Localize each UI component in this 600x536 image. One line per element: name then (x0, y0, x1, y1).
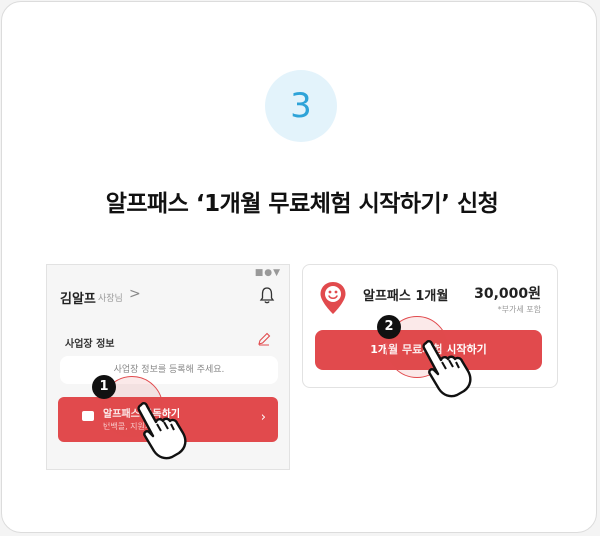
instruction-card: 3 알프패스 ‘1개월 무료체험 시작하기’ 신청 ■●▼ 김알프 사장님 > … (1, 1, 597, 533)
chevron-right-icon[interactable]: > (129, 286, 141, 302)
step-number-badge: 3 (265, 70, 337, 142)
plan-name: 알프패스 1개월 (363, 289, 449, 304)
bell-icon[interactable] (259, 286, 275, 304)
card-icon (82, 411, 94, 421)
business-info-field[interactable]: 사업장 정보를 등록해 주세요. (60, 356, 278, 384)
smiley-pin-icon (320, 282, 346, 314)
business-info-label: 사업장 정보 (65, 339, 115, 350)
step-marker-badge: 2 (377, 315, 401, 339)
step-marker-badge: 1 (92, 375, 116, 399)
pointing-hand-icon (422, 340, 472, 398)
vat-note: *부가세 포함 (497, 305, 541, 314)
status-bar-icons: ■●▼ (254, 268, 281, 278)
edit-pencil-icon[interactable] (257, 332, 271, 346)
user-name: 김알프 (60, 292, 96, 307)
user-role: 사장님 (98, 294, 123, 304)
pointing-hand-icon (137, 402, 187, 460)
chevron-right-icon: › (260, 410, 266, 425)
plan-price: 30,000원 (474, 286, 541, 302)
page-title: 알프패스 ‘1개월 무료체험 시작하기’ 신청 (105, 191, 499, 217)
